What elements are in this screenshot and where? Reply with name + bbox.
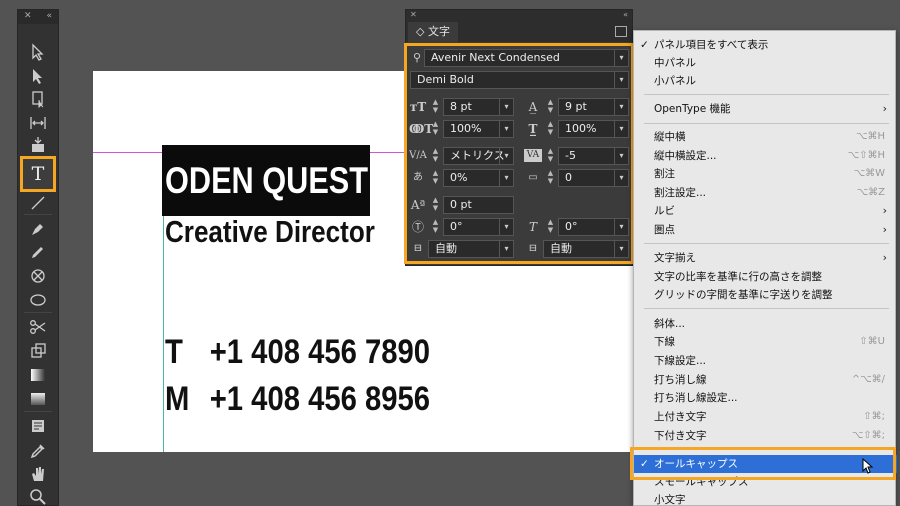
menu-item-opentype[interactable]: OpenType 機能 › xyxy=(634,100,897,118)
menu-item-medium-panel[interactable]: 中パネル xyxy=(634,54,897,72)
panel-top-bar: ✕ « xyxy=(406,10,632,22)
page-icon[interactable] xyxy=(24,88,52,110)
panel-menu-icon[interactable] xyxy=(615,26,627,37)
menu-item-show-all-options[interactable]: ✓ パネル項目をすべて表示 xyxy=(634,36,897,54)
character-controls-highlight xyxy=(404,43,634,264)
menu-item-underline-settings[interactable]: 下線設定... xyxy=(634,352,897,370)
checkmark-icon: ✓ xyxy=(640,39,649,51)
tools-panel-header: ✕ « xyxy=(18,10,58,24)
mouse-cursor-icon xyxy=(862,458,874,474)
chevron-right-icon: › xyxy=(882,251,887,264)
panel-tab-bar: ◇ 文字 xyxy=(406,22,632,42)
gradient-swatch-icon[interactable] xyxy=(24,364,52,386)
ellipse-icon[interactable] xyxy=(24,289,52,311)
hand-icon[interactable] xyxy=(24,463,52,485)
rectangle-frame-icon[interactable] xyxy=(24,265,52,287)
phone-number: +1 408 456 7890 xyxy=(209,333,431,371)
tab-character[interactable]: ◇ 文字 xyxy=(408,22,458,42)
tab-toggle-icon: ◇ xyxy=(416,25,425,38)
close-icon[interactable]: ✕ xyxy=(410,10,417,19)
panel-flyout-menu: ✓ パネル項目をすべて表示 中パネル 小パネル OpenType 機能 › 縦中横 ⌥… xyxy=(633,30,897,506)
collapse-icon[interactable]: « xyxy=(46,11,52,21)
tab-label: 文字 xyxy=(427,25,450,38)
menu-item-superscript[interactable]: 上付き文字 ⇧⌘; xyxy=(634,408,897,426)
menu-item-ruby[interactable]: ルビ › xyxy=(634,202,897,220)
name-text[interactable]: ODEN QUEST xyxy=(165,160,368,202)
menu-item-strikethrough-settings[interactable]: 打ち消し線設定... xyxy=(634,389,897,407)
phone-line-m[interactable]: M +1 408 456 8956 xyxy=(165,380,430,419)
free-transform-icon[interactable] xyxy=(24,340,52,362)
chevron-right-icon: › xyxy=(882,204,887,217)
menu-item-warichu[interactable]: 割注 ⌥⌘W xyxy=(634,165,897,183)
menu-item-italic[interactable]: 斜体... xyxy=(634,315,897,333)
menu-item-underline[interactable]: 下線 ⇧⌘U xyxy=(634,333,897,351)
all-caps-highlight xyxy=(630,447,896,480)
pencil-icon[interactable] xyxy=(24,241,52,263)
menu-item-lowercase[interactable]: 小文字 xyxy=(634,491,897,506)
phone-line-t[interactable]: T +1 408 456 7890 xyxy=(165,333,430,372)
menu-item-kenten[interactable]: 圏点 › xyxy=(634,221,897,239)
content-collector-icon[interactable] xyxy=(24,134,52,156)
menu-item-tatechuyoko-settings[interactable]: 縦中横設定... ⌥⇧⌘H xyxy=(634,147,897,165)
tool-divider xyxy=(24,214,52,215)
chevron-right-icon: › xyxy=(882,102,887,115)
phone-number: +1 408 456 8956 xyxy=(209,380,431,418)
gap-icon[interactable] xyxy=(24,112,52,134)
type-icon: T xyxy=(31,163,45,185)
menu-item-adjust-tracking-grid[interactable]: グリッドの字間を基準に字送りを調整 xyxy=(634,286,897,304)
phone-label: M xyxy=(165,380,190,418)
tool-divider xyxy=(24,312,52,313)
menu-divider xyxy=(644,308,889,309)
tool-divider xyxy=(24,411,52,412)
collapse-icon[interactable]: « xyxy=(623,10,628,19)
menu-item-warichu-settings[interactable]: 割注設定... ⌥⌘Z xyxy=(634,184,897,202)
chevron-right-icon: › xyxy=(882,223,887,236)
phone-label: T xyxy=(165,333,183,371)
menu-item-small-panel[interactable]: 小パネル xyxy=(634,72,897,90)
close-icon[interactable]: ✕ xyxy=(24,11,32,21)
job-title-text[interactable]: Creative Director xyxy=(165,214,375,250)
tools-panel: ✕ « T xyxy=(17,9,59,506)
menu-item-character-alignment[interactable]: 文字揃え › xyxy=(634,249,897,267)
menu-divider xyxy=(644,243,889,244)
pen-icon[interactable] xyxy=(24,218,52,240)
type-tool-button[interactable]: T xyxy=(20,156,56,192)
selection-icon[interactable] xyxy=(24,41,52,63)
gradient-feather-icon[interactable] xyxy=(24,388,52,410)
direct-selection-icon[interactable] xyxy=(24,65,52,87)
menu-item-subscript[interactable]: 下付き文字 ⌥⇧⌘; xyxy=(634,427,897,445)
scissors-icon[interactable] xyxy=(24,316,52,338)
menu-item-adjust-line-height[interactable]: 文字の比率を基準に行の高さを調整 xyxy=(634,268,897,286)
zoom-icon[interactable] xyxy=(24,486,52,506)
line-icon[interactable] xyxy=(24,192,52,214)
eyedropper-icon[interactable] xyxy=(24,440,52,462)
menu-divider xyxy=(644,94,889,95)
menu-item-strikethrough[interactable]: 打ち消し線 ^⌥⌘/ xyxy=(634,371,897,389)
menu-divider xyxy=(644,123,889,124)
note-icon[interactable] xyxy=(24,415,52,437)
menu-item-tatechuyoko[interactable]: 縦中横 ⌥⌘H xyxy=(634,128,897,146)
